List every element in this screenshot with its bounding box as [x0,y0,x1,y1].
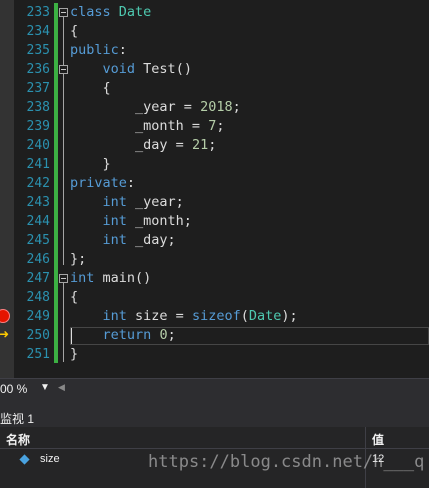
code-text: }; [70,251,87,267]
fold-guide [63,283,64,362]
editor-status-bar: 00 % ▼ ◀ [0,378,429,400]
code-line[interactable]: }; [70,250,86,269]
line-number: 250 [26,328,50,343]
code-text: size = [126,308,192,324]
keyword: class [70,4,111,20]
line-number: 246 [26,252,50,267]
code-text: _day = [135,137,192,153]
code-line[interactable]: return 0; [70,326,176,345]
code-line[interactable]: { [70,79,111,98]
keyword: int [102,194,127,210]
code-text: _year; [126,194,184,210]
line-number: 248 [26,290,50,305]
code-line[interactable]: int _day; [70,231,176,250]
line-number: 240 [26,138,50,153]
number-literal: 21 [191,137,209,153]
keyword: private [70,175,127,191]
code-text: _year = [135,99,201,115]
scroll-left-icon[interactable]: ◀ [58,382,65,393]
line-number: 251 [26,347,50,362]
line-number: 245 [26,233,50,248]
line-number: 235 [26,43,50,58]
line-number: 243 [26,195,50,210]
code-line[interactable]: public: [70,41,127,60]
code-line[interactable]: _year = 2018; [70,98,241,117]
code-text: ); [281,308,298,324]
type-name: Date [118,4,152,20]
line-number: 244 [26,214,50,229]
code-text: ; [216,118,225,134]
keyword: int [102,213,127,229]
code-text: Test [143,61,176,77]
code-text: ( [240,308,249,324]
change-tracking-bar [54,3,58,363]
keyword: int [102,308,127,324]
line-number: 237 [26,81,50,96]
panel-divider[interactable] [0,400,429,408]
code-text: ; [208,137,217,153]
code-line[interactable]: void Test() [70,60,192,79]
line-number: 234 [26,24,50,39]
code-text: : [126,175,136,191]
code-line[interactable]: private: [70,174,135,193]
code-text: { [102,80,111,96]
code-text: } [102,156,111,172]
code-text: main() [94,270,152,286]
watch-panel-title-text: 监视 1 [0,412,35,426]
keyword: public [70,42,119,58]
number-literal: 0 [159,327,168,343]
code-editor[interactable]: ➜ 233 234 235 236 237 238 239 240 241 24… [0,0,429,378]
variable-icon [19,454,30,465]
line-number: 233 [26,5,50,20]
keyword: return [102,327,152,343]
line-number: 239 [26,119,50,134]
zoom-level[interactable]: 00 % [0,382,27,396]
code-text: { [70,289,79,305]
line-number: 242 [26,176,50,191]
code-line[interactable]: int _year; [70,193,184,212]
code-text: ; [232,99,241,115]
watch-panel-title: 监视 1 [0,408,429,427]
column-header-value[interactable]: 值 [372,431,384,448]
line-number: 249 [26,309,50,324]
chevron-down-icon[interactable]: ▼ [40,382,50,393]
code-text: ; [167,327,176,343]
code-line[interactable]: _month = 7; [70,117,224,136]
keyword: int [70,270,95,286]
line-number: 247 [26,271,50,286]
fold-guide [63,17,64,265]
watch-variable-name[interactable]: size [40,453,60,465]
code-text: _day; [126,232,176,248]
code-line[interactable]: { [70,288,78,307]
code-text: : [118,42,127,58]
watermark: https://blog.csdn.net/h___q [148,452,425,472]
keyword: int [102,232,127,248]
keyword: sizeof [191,308,241,324]
collapse-icon[interactable] [59,274,68,283]
code-text: _month; [126,213,192,229]
type-name: Date [248,308,282,324]
code-text: { [70,23,79,39]
code-line[interactable]: { [70,22,78,41]
number-literal: 2018 [200,99,233,115]
code-line[interactable]: } [70,155,111,174]
code-line[interactable]: int size = sizeof(Date); [70,307,298,326]
code-text: () [175,61,192,77]
code-line[interactable]: int main() [70,269,151,288]
line-number: 241 [26,157,50,172]
code-text: } [70,346,79,362]
code-line[interactable]: int _month; [70,212,192,231]
code-text: _month = [135,118,209,134]
collapse-icon[interactable] [59,8,68,17]
code-line[interactable]: } [70,345,78,364]
code-line[interactable]: _day = 21; [70,136,216,155]
line-number: 238 [26,100,50,115]
column-header-name[interactable]: 名称 [6,431,30,448]
execution-pointer-icon: ➜ [0,327,10,341]
line-number: 236 [26,62,50,77]
keyword: void [102,61,136,77]
collapse-icon[interactable] [59,65,68,74]
code-line[interactable]: class Date [70,3,151,22]
